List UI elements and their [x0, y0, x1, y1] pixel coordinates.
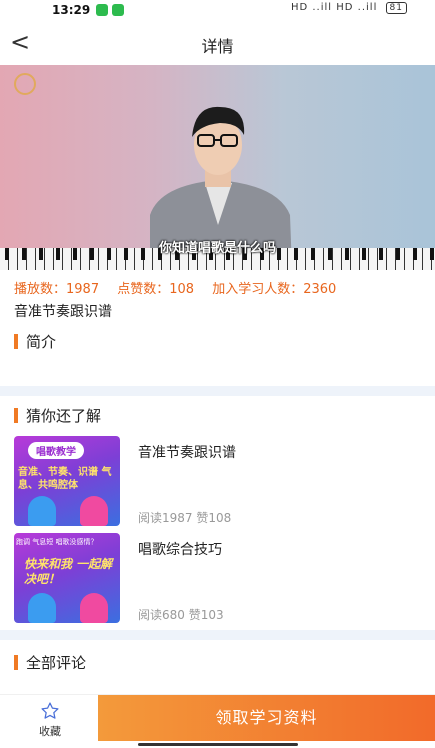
- section-marker: [14, 408, 18, 423]
- page-title: 详情: [201, 37, 234, 56]
- recommend-card[interactable]: 跑调 气息短 唱歌没感情？ 快来和我 一起解决吧！ 唱歌综合技巧 阅读680 赞…: [14, 533, 424, 623]
- video-title: 音准节奏跟识谱: [14, 304, 112, 320]
- comments-heading: 全部评论: [14, 652, 86, 673]
- star-icon: [41, 702, 59, 719]
- section-marker: [14, 334, 18, 349]
- status-bar: 13:29 HD ..ill HD ..ill 81: [0, 0, 435, 22]
- battery-icon: 81: [385, 2, 407, 14]
- bottom-action-bar: 收藏 领取学习资料: [0, 694, 435, 748]
- like-count: 点赞数：108: [117, 282, 195, 297]
- favorite-button[interactable]: 收藏: [22, 701, 78, 739]
- intro-heading: 简介: [14, 331, 56, 352]
- intro-heading-label: 简介: [26, 333, 57, 351]
- signal-icon: HD ..ill HD ..ill: [290, 2, 378, 13]
- thumb-figure: [80, 496, 108, 526]
- play-count: 播放数：1987: [14, 282, 100, 297]
- thumb-caption: 音准、节奏、识谱 气息、共鸣腔体: [18, 467, 112, 491]
- wechat-notification-icon: [112, 4, 124, 16]
- card-meta: 阅读680 赞103: [138, 608, 224, 622]
- section-divider: [0, 386, 435, 396]
- thumb-figure: [28, 593, 56, 623]
- nav-bar: < 详情: [0, 22, 435, 64]
- favorite-label: 收藏: [39, 725, 61, 738]
- guess-heading: 猜你还了解: [14, 405, 101, 426]
- section-divider: [0, 630, 435, 640]
- status-indicators: HD ..ill HD ..ill 81: [291, 2, 407, 14]
- home-indicator: [138, 743, 298, 746]
- guess-heading-label: 猜你还了解: [26, 407, 102, 425]
- card-title: 唱歌综合技巧: [138, 542, 222, 558]
- thumb-badge: 唱歌教学: [28, 442, 84, 459]
- card-thumbnail: 唱歌教学 音准、节奏、识谱 气息、共鸣腔体: [14, 436, 120, 526]
- recommend-card[interactable]: 唱歌教学 音准、节奏、识谱 气息、共鸣腔体 音准节奏跟识谱 阅读1987 赞10…: [14, 436, 424, 526]
- learner-count: 加入学习人数：2360: [212, 282, 337, 297]
- video-subtitle: 你知道唱歌是什么吗: [158, 241, 276, 256]
- thumb-figure: [80, 593, 108, 623]
- thumb-caption: 快来和我 一起解决吧！: [24, 557, 113, 586]
- card-meta: 阅读1987 赞108: [138, 511, 232, 525]
- get-materials-button[interactable]: 领取学习资料: [98, 695, 435, 741]
- comments-heading-label: 全部评论: [26, 654, 87, 672]
- video-stats: 播放数：1987 点赞数：108 加入学习人数：2360: [14, 278, 350, 297]
- app-notification-icon: [96, 4, 108, 16]
- card-title: 音准节奏跟识谱: [138, 445, 236, 461]
- card-thumbnail: 跑调 气息短 唱歌没感情？ 快来和我 一起解决吧！: [14, 533, 120, 623]
- thumb-top-text: 跑调 气息短 唱歌没感情？: [16, 538, 98, 546]
- status-time: 13:29: [52, 3, 91, 17]
- section-marker: [14, 655, 18, 670]
- thumb-figure: [28, 496, 56, 526]
- video-player[interactable]: 你知道唱歌是什么吗: [0, 65, 435, 270]
